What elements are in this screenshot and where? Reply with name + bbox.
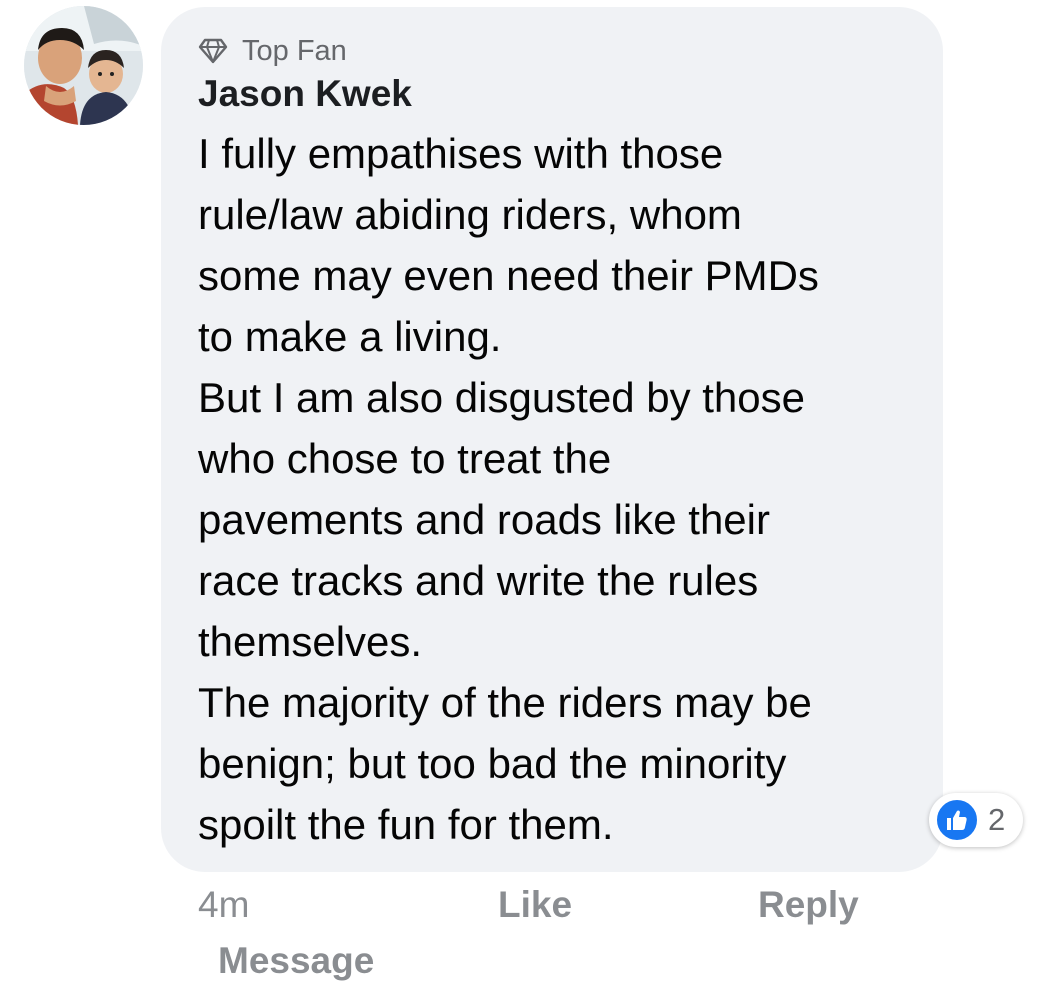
comment-line: spoilt the fun for them.: [198, 801, 614, 848]
comment-line: to make a living.: [198, 313, 502, 360]
thumbs-up-icon: [935, 798, 979, 842]
comment-line: who chose to treat the: [198, 435, 612, 482]
message-button[interactable]: Message: [218, 940, 374, 982]
comment-line: race tracks and write the rules: [198, 557, 759, 604]
comment-line: rule/law abiding riders, whom: [198, 191, 742, 238]
badge-label: Top Fan: [242, 34, 347, 67]
reply-button[interactable]: Reply: [758, 884, 859, 926]
reaction-summary[interactable]: 2: [929, 793, 1023, 847]
comment-line: pavements and roads like their: [198, 496, 770, 543]
diamond-icon: [198, 38, 228, 64]
comment-view: Top Fan Jason Kwek I fully empathises wi…: [0, 0, 1063, 1008]
profile-photo-icon: [24, 6, 143, 125]
comment-line: themselves.: [198, 618, 423, 665]
comment-line: I fully empathises with those: [198, 130, 724, 177]
author-name[interactable]: Jason Kwek: [198, 71, 913, 117]
comment-line: The majority of the riders may be: [198, 679, 812, 726]
reaction-count: 2: [988, 802, 1006, 837]
comment-line: But I am also disgusted by those: [198, 374, 806, 421]
like-button[interactable]: Like: [498, 884, 572, 926]
avatar[interactable]: [24, 6, 143, 125]
comment-line: benign; but too bad the minority: [198, 740, 787, 787]
comment-bubble: Top Fan Jason Kwek I fully empathises wi…: [161, 7, 943, 872]
top-fan-badge: Top Fan: [198, 31, 913, 71]
timestamp: 4m: [198, 884, 250, 925]
comment-line: some may even need their PMDs: [198, 252, 819, 299]
comment-text: I fully empathises with those rule/law a…: [198, 123, 913, 855]
